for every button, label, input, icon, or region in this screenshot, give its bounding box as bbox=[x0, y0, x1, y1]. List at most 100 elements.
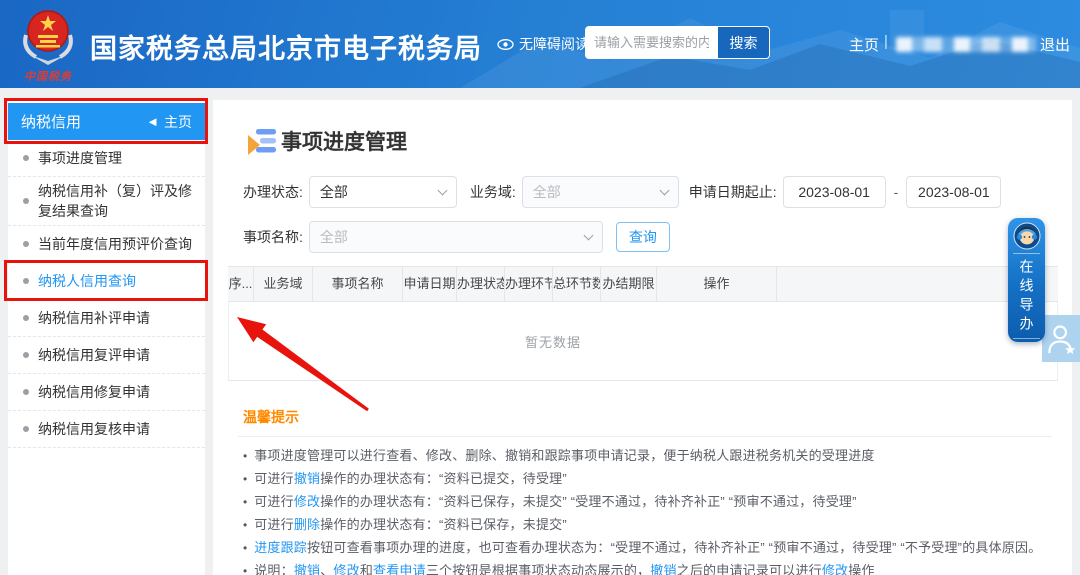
chevron-down-icon bbox=[437, 186, 447, 196]
sidebar-item[interactable]: 事项进度管理 bbox=[8, 140, 205, 177]
header-home-link[interactable]: 主页 bbox=[849, 34, 879, 55]
page-title: 事项进度管理 bbox=[281, 126, 407, 156]
back-arrow-icon: ◄ bbox=[146, 115, 159, 128]
tip-text: 事项进度管理可以进行查看、修改、删除、撤销和跟踪事项申请记录，便于纳税人跟进税务… bbox=[254, 448, 874, 463]
header-divider: | bbox=[884, 33, 888, 50]
widget-divider bbox=[1013, 253, 1040, 254]
sidebar-item-label: 纳税信用补（复）评及修复结果查询 bbox=[38, 181, 195, 221]
tip-link[interactable]: 撤销 bbox=[294, 563, 320, 575]
tip-bullet: • bbox=[243, 448, 247, 464]
tip-item: •可进行修改操作的办理状态有：“资料已保存，未提交” “受理不通过，待补齐补正”… bbox=[243, 494, 1052, 510]
tip-link[interactable]: 查看申请 bbox=[373, 563, 426, 575]
sidebar-item-label: 纳税信用复评申请 bbox=[38, 345, 150, 365]
tip-item: •可进行撤销操作的办理状态有：“资料已提交，待受理” bbox=[243, 471, 1052, 487]
bullet-dot bbox=[23, 315, 29, 321]
sidebar-home-button[interactable]: ◄ 主页 bbox=[146, 112, 192, 132]
sidebar-item[interactable]: 纳税信用补评申请 bbox=[8, 300, 205, 337]
tip-text: 说明： bbox=[254, 563, 294, 575]
sidebar-item[interactable]: 纳税人信用查询 bbox=[8, 263, 205, 300]
chevron-down-icon bbox=[659, 186, 669, 196]
status-select[interactable]: 全部 bbox=[309, 176, 457, 208]
sidebar-home-label: 主页 bbox=[164, 112, 192, 132]
tip-bullet: • bbox=[243, 517, 247, 533]
status-select-value: 全部 bbox=[320, 184, 348, 200]
tip-text: 之后的申请记录可以进行 bbox=[677, 563, 822, 575]
tip-text: 三个按钮是根据事项状态动态展示的， bbox=[426, 563, 650, 575]
item-name-select-value: 全部 bbox=[320, 229, 348, 245]
empty-state-text: 暂无数据 bbox=[525, 332, 581, 351]
sidebar-item-label: 纳税信用补评申请 bbox=[38, 308, 150, 328]
tips-title: 温馨提示 bbox=[243, 407, 1052, 427]
tips-section: 温馨提示 • 事项进度管理可以进行查看、修改、删除、撤销和跟踪事项申请记录，便于纳… bbox=[243, 407, 1052, 575]
list-play-icon bbox=[247, 126, 277, 156]
username-redacted bbox=[896, 37, 1036, 52]
sidebar-item[interactable]: 纳税信用补（复）评及修复结果查询 bbox=[8, 177, 205, 226]
col-deadline: 办结期限 bbox=[601, 267, 657, 301]
domain-select[interactable]: 全部 bbox=[522, 176, 679, 208]
date-from-input[interactable] bbox=[783, 176, 886, 208]
col-item-name: 事项名称 bbox=[313, 267, 403, 301]
status-label: 办理状态: bbox=[243, 182, 303, 202]
sidebar-item-label: 纳税信用修复申请 bbox=[38, 382, 150, 402]
person-star-icon bbox=[1046, 321, 1076, 357]
sidebar-item[interactable]: 纳税信用修复申请 bbox=[8, 374, 205, 411]
sidebar-item[interactable]: 当前年度信用预评价查询 bbox=[8, 226, 205, 263]
tips-list: • 事项进度管理可以进行查看、修改、删除、撤销和跟踪事项申请记录，便于纳税人跟进税… bbox=[243, 448, 1052, 575]
tip-text: 操作 bbox=[848, 563, 874, 575]
col-total-steps: 总环节数 bbox=[553, 267, 601, 301]
sidebar-item-label: 纳税人信用查询 bbox=[38, 271, 136, 291]
accessibility-link[interactable]: 无障碍阅读 bbox=[497, 34, 589, 54]
main-content: 事项进度管理 办理状态: 全部 业务域: 全部 申请日期起止: - bbox=[213, 100, 1072, 575]
tip-link[interactable]: 撤销 bbox=[650, 563, 676, 575]
item-name-select[interactable]: 全部 bbox=[309, 221, 603, 253]
tip-text: 可进行 bbox=[254, 517, 294, 532]
col-status: 办理状态 bbox=[457, 267, 505, 301]
col-index: 序... bbox=[228, 267, 254, 301]
tip-text: 操作的办理状态有：“资料已提交，待受理” bbox=[320, 471, 567, 486]
query-button[interactable]: 查询 bbox=[616, 222, 670, 252]
bullet-dot bbox=[23, 198, 29, 204]
tip-text: 操作的办理状态有：“资料已保存，未提交” “受理不通过，待补齐补正” “预审不通… bbox=[320, 494, 856, 509]
tip-bullet: • bbox=[243, 494, 247, 510]
agent-contact-button[interactable] bbox=[1042, 315, 1080, 362]
national-emblem-icon bbox=[16, 5, 80, 65]
domain-label: 业务域: bbox=[470, 182, 516, 202]
col-domain: 业务域 bbox=[254, 267, 313, 301]
tip-item: •说明：撤销、修改和查看申请三个按钮是根据事项状态动态展示的，撤销之后的申请记录… bbox=[243, 563, 1052, 575]
emblem-caption: 中国税务 bbox=[14, 68, 82, 84]
tip-link[interactable]: 进度跟踪 bbox=[254, 540, 307, 555]
bullet-dot bbox=[23, 389, 29, 395]
table-header-row: 序... 业务域 事项名称 申请日期 办理状态 办理环节 总环节数 办结期限 操… bbox=[228, 266, 1058, 302]
tip-link[interactable]: 修改 bbox=[294, 494, 320, 509]
tip-text: 操作的办理状态有：“资料已保存，未提交” bbox=[320, 517, 567, 532]
sidebar-item-label: 当前年度信用预评价查询 bbox=[38, 234, 192, 254]
filter-row-1: 办理状态: 全部 业务域: 全部 申请日期起止: - bbox=[243, 176, 1072, 208]
date-to-input[interactable] bbox=[906, 176, 1001, 208]
tip-link[interactable]: 撤销 bbox=[294, 471, 320, 486]
sidebar-item[interactable]: 纳税信用复评申请 bbox=[8, 337, 205, 374]
date-dash: - bbox=[894, 184, 899, 200]
progress-table: 序... 业务域 事项名称 申请日期 办理状态 办理环节 总环节数 办结期限 操… bbox=[228, 266, 1058, 381]
tip-item: • 事项进度管理可以进行查看、修改、删除、撤销和跟踪事项申请记录，便于纳税人跟进税… bbox=[243, 448, 1052, 464]
tip-link[interactable]: 修改 bbox=[822, 563, 848, 575]
page-title-row: 事项进度管理 bbox=[213, 100, 1072, 156]
tip-text: 、 bbox=[320, 563, 333, 575]
site-title: 国家税务总局北京市电子税务局 bbox=[90, 27, 482, 66]
search-button[interactable]: 搜索 bbox=[717, 27, 769, 58]
search-input[interactable] bbox=[586, 27, 717, 58]
date-range-label: 申请日期起止: bbox=[689, 182, 777, 202]
top-header: 中国税务 国家税务总局北京市电子税务局 无障碍阅读 搜索 主页 | 退出 bbox=[0, 0, 1080, 88]
tip-link[interactable]: 删除 bbox=[294, 517, 320, 532]
tip-text: 和 bbox=[360, 563, 373, 575]
bullet-dot bbox=[23, 155, 29, 161]
page: 中国税务 国家税务总局北京市电子税务局 无障碍阅读 搜索 主页 | 退出 纳税信… bbox=[0, 0, 1080, 575]
sidebar: 纳税信用 ◄ 主页 事项进度管理纳税信用补（复）评及修复结果查询当前年度信用预评… bbox=[8, 100, 205, 575]
sidebar-title: 纳税信用 bbox=[21, 111, 81, 132]
logout-link[interactable]: 退出 bbox=[1040, 34, 1070, 55]
online-guide-widget[interactable]: 在线导办 bbox=[1008, 218, 1045, 342]
widget-divider bbox=[1013, 338, 1040, 339]
tip-link[interactable]: 修改 bbox=[333, 563, 359, 575]
header-search: 搜索 bbox=[585, 26, 770, 59]
col-step: 办理环节 bbox=[505, 267, 553, 301]
sidebar-item[interactable]: 纳税信用复核申请 bbox=[8, 411, 205, 448]
